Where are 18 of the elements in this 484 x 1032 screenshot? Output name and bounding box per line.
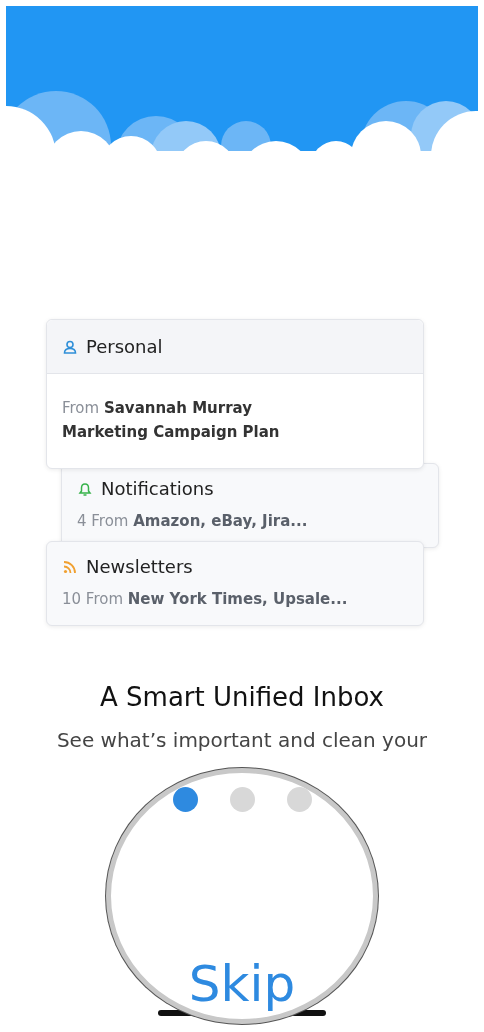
skip-button[interactable]: Skip	[184, 959, 300, 1009]
category-title: Notifications	[101, 478, 214, 499]
sender-line: From Savannah Murray	[62, 398, 253, 419]
bell-icon	[77, 480, 93, 497]
category-card[interactable]: Personal From Savannah Murray Marketing Campaign Plan	[46, 319, 424, 469]
headline: A Smart Unified Inbox	[99, 682, 385, 712]
person-icon	[62, 338, 78, 355]
page-dot[interactable]	[172, 787, 198, 812]
rss-icon	[62, 558, 78, 575]
page-dot[interactable]	[286, 787, 312, 812]
description: See what’s important and clean your	[55, 728, 429, 752]
sender-line: 4 From Amazon, eBay, Jira...	[77, 511, 309, 532]
sender-line: 10 From New York Times, Upsale...	[62, 589, 349, 610]
page-dot[interactable]	[229, 787, 255, 812]
category-title: Personal	[86, 336, 163, 357]
email-subject: Marketing Campaign Plan	[62, 422, 281, 443]
category-card[interactable]: Newsletters 10 From New York Times, Upsale...	[46, 541, 424, 626]
category-title: Newsletters	[86, 556, 193, 577]
